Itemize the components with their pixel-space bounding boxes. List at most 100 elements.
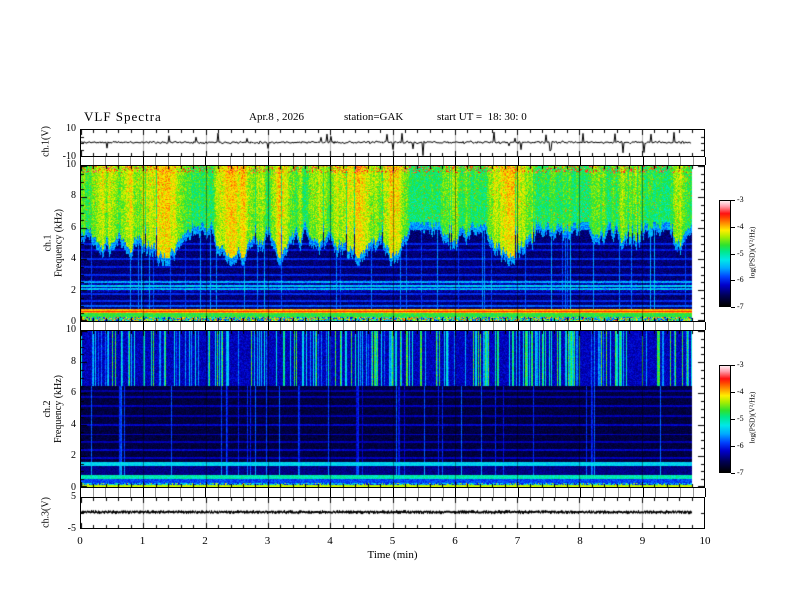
minor-gap-tick [680,322,681,330]
major-gap-tick [518,322,519,330]
colorbar-tick [731,473,735,474]
minor-gap-tick [543,322,544,330]
minor-gap-tick [105,488,106,497]
minor-gap-tick [568,157,569,165]
minor-gap-tick [368,157,369,165]
minor-gap-tick [180,488,181,497]
y-tick-label: 2 [71,450,76,462]
minor-gap-tick [405,488,406,497]
minor-gap-tick [180,322,181,330]
minor-gap-tick [605,322,606,330]
major-gap-tick [705,322,706,330]
minor-gap-tick [280,322,281,330]
minor-gap-tick [668,322,669,330]
major-gap-tick [330,157,331,165]
ch3-waveform-canvas [81,498,704,528]
minor-gap-tick [355,322,356,330]
minor-gap-tick [168,322,169,330]
colorbar-tick [731,446,735,447]
minor-gap-tick [405,157,406,165]
ch1-colorbar-label: log(PSD)(V²/Hz) [747,226,757,279]
minor-gap-tick [693,488,694,497]
minor-gap-tick [243,488,244,497]
minor-gap-tick [430,322,431,330]
minor-gap-tick [530,322,531,330]
x-tick-label: 7 [514,535,521,547]
colorbar-tick-label: -4 [737,222,744,231]
colorbar-tick [731,227,735,228]
ch2-colorbar-label: log(PSD)(V²/Hz) [747,391,757,444]
ch2-axis-frequency: Frequency (kHz) [53,374,64,444]
minor-gap-tick [443,488,444,497]
minor-gap-tick [505,157,506,165]
x-tick-label: 2 [202,535,208,547]
minor-gap-tick [155,157,156,165]
minor-gap-tick [318,488,319,497]
major-gap-tick [643,322,644,330]
y-tick-label: 4 [71,253,76,265]
colorbar-tick [731,365,735,366]
minor-gap-tick [418,157,419,165]
minor-gap-tick [493,322,494,330]
minor-gap-tick [305,157,306,165]
minor-gap-tick [255,488,256,497]
colorbar-tick [731,419,735,420]
minor-gap-tick [418,322,419,330]
minor-gap-tick [668,157,669,165]
minor-gap-tick [530,157,531,165]
ch1-colorbar [719,200,731,307]
minor-gap-tick [480,322,481,330]
minor-gap-tick [443,322,444,330]
x-tick-label: 3 [264,535,271,547]
minor-gap-tick [155,488,156,497]
minor-gap-tick [293,157,294,165]
minor-gap-tick [655,488,656,497]
x-tick-label: 0 [77,535,83,547]
colorbar-tick-label: -3 [737,195,744,204]
colorbar-tick [731,392,735,393]
minor-gap-tick [343,157,344,165]
minor-gap-tick [230,157,231,165]
minor-gap-tick [468,157,469,165]
y-tick-label: -5 [67,523,76,534]
y-tick-label: 10 [66,123,76,134]
minor-gap-tick [105,157,106,165]
minor-gap-tick [343,488,344,497]
y-tick-label: 10 [66,324,76,335]
y-tick-label: 5 [71,491,76,502]
colorbar-tick [731,307,735,308]
minor-gap-tick [568,322,569,330]
colorbar-tick-label: -7 [737,468,744,477]
major-gap-tick [393,322,394,330]
x-tick-label: 8 [577,535,583,547]
colorbar-tick [731,254,735,255]
minor-gap-tick [255,322,256,330]
ch2-colorbar [719,365,731,473]
minor-gap-tick [368,322,369,330]
minor-gap-tick [243,157,244,165]
major-gap-tick [518,157,519,165]
major-gap-tick [455,322,456,330]
minor-gap-tick [543,488,544,497]
minor-gap-tick [280,488,281,497]
ch1-axis-channel: ch.1 [42,234,54,252]
major-gap-tick [643,157,644,165]
minor-gap-tick [468,322,469,330]
major-gap-tick [393,488,394,497]
colorbar-tick-label: -4 [737,387,744,396]
x-tick-label: 9 [639,535,646,547]
minor-gap-tick [168,488,169,497]
major-gap-tick [580,157,581,165]
minor-gap-tick [493,488,494,497]
minor-gap-tick [118,157,119,165]
ch3-waveform-panel [80,497,705,529]
ch3-voltage-axis-label: ch.3(V) [40,497,52,528]
minor-gap-tick [618,488,619,497]
minor-gap-tick [618,322,619,330]
minor-gap-tick [293,488,294,497]
ch2-spectrogram-canvas [81,331,704,487]
minor-gap-tick [568,488,569,497]
major-gap-tick [80,157,81,165]
major-gap-tick [455,157,456,165]
minor-gap-tick [593,157,594,165]
